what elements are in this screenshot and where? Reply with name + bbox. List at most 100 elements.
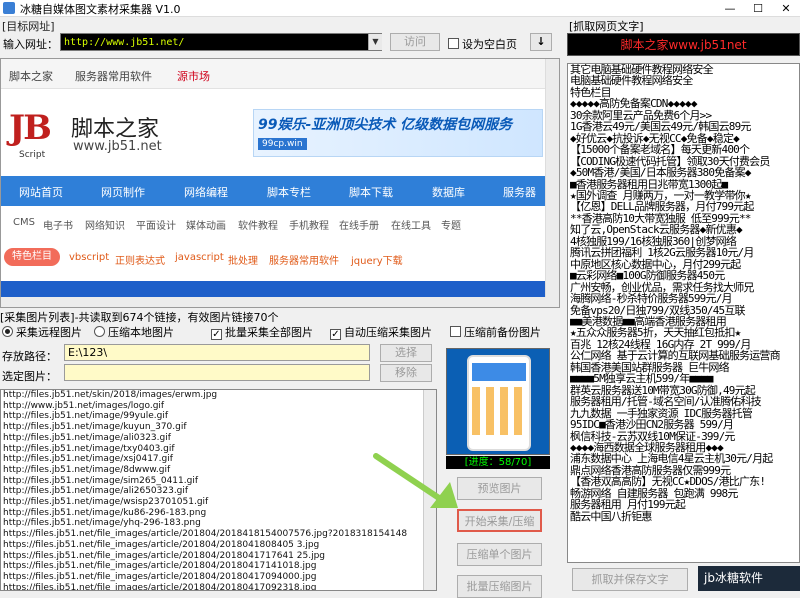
close-button[interactable]: ✕ xyxy=(772,0,800,17)
web-browser-view[interactable]: 脚本之家 服务器常用软件 源市场 JB Script 脚本之家 www.jb51… xyxy=(0,58,560,308)
list-item[interactable]: https://files.jb51.net/file_images/artic… xyxy=(1,572,436,583)
nav-programming[interactable]: 网络编程 xyxy=(184,184,228,200)
top-link-jb51[interactable]: 脚本之家 xyxy=(9,68,53,84)
list-item[interactable]: https://files.jb51.net/file_images/artic… xyxy=(1,529,436,540)
preview-button[interactable]: 预览图片 xyxy=(457,477,542,500)
url-input[interactable]: http://www.jb51.net/ xyxy=(60,33,382,51)
link-vbscript[interactable]: vbscript xyxy=(69,252,109,263)
backup-checkbox-label: 压缩前备份图片 xyxy=(464,326,541,339)
list-item[interactable]: https://files.jb51.net/file_images/artic… xyxy=(1,583,436,590)
site-nav: 网站首页 网页制作 网络编程 脚本专栏 脚本下载 数据库 服务器 xyxy=(1,176,546,206)
nav-database[interactable]: 数据库 xyxy=(432,184,465,200)
subnav-mobile[interactable]: 手机教程 xyxy=(289,217,329,232)
auto-compress-label: 自动压缩采集图片 xyxy=(344,326,432,339)
backup-checkbox[interactable]: 压缩前备份图片 xyxy=(450,324,541,340)
checkbox-box[interactable] xyxy=(448,38,459,49)
selected-image-label: 选定图片： xyxy=(2,370,57,383)
list-item[interactable]: http://files.jb51.net/image/yhq-296-183.… xyxy=(1,518,436,529)
radio-dot[interactable] xyxy=(2,326,13,337)
chevron-down-icon[interactable]: ▼ xyxy=(368,34,382,50)
list-item[interactable]: https://files.jb51.net/file_images/artic… xyxy=(1,540,436,551)
batch-compress-button[interactable]: 批量压缩图片 xyxy=(457,575,542,598)
batch-checkbox-label: 批量采集全部图片 xyxy=(225,326,313,339)
text-line: 1G香港云49元/美国云49元/韩国云89元 xyxy=(570,120,751,134)
checkbox-box[interactable] xyxy=(450,326,461,337)
compress-single-button[interactable]: 压缩单个图片 xyxy=(457,543,542,566)
subnav-tools[interactable]: 在线工具 xyxy=(391,217,431,232)
subnav-graphic[interactable]: 平面设计 xyxy=(136,217,176,232)
list-item[interactable]: http://files.jb51.net/image/ali2650323.g… xyxy=(1,486,436,497)
radio-local[interactable]: 压缩本地图片 xyxy=(94,324,174,340)
logo-mark: JB xyxy=(9,108,52,148)
list-item[interactable]: https://files.jb51.net/file_images/artic… xyxy=(1,551,436,562)
text-line: 服务器租用/托管-域名空间/认准腾佑科技 xyxy=(570,395,762,409)
download-button[interactable]: ↓ xyxy=(530,33,552,51)
select-button[interactable]: 选择 xyxy=(380,344,432,362)
subnav-topics[interactable]: 专题 xyxy=(441,217,461,232)
minimize-button[interactable]: — xyxy=(716,0,744,17)
radio-remote[interactable]: 采集远程图片 xyxy=(2,324,82,340)
link-jquery[interactable]: jquery下载 xyxy=(351,252,403,267)
grabbed-text-area[interactable]: 其它电脑基础硬件教程网络安全 电脑基础硬件教程网络安全 特色栏目 ◆◆◆◆◆高防免备案… xyxy=(567,63,800,563)
checkbox-box[interactable]: ✓ xyxy=(330,329,341,340)
preview-header xyxy=(472,363,526,381)
ad-banner[interactable]: 99娱乐-亚洲顶尖技术 亿级数据包网服务 99cp.win xyxy=(253,109,543,157)
text-line: ◆50M香港/美国/日本服务器380免备案◆ xyxy=(570,166,751,180)
subnav-software[interactable]: 软件教程 xyxy=(238,217,278,232)
grab-save-button[interactable]: 抓取并保存文字 xyxy=(572,568,688,591)
list-item[interactable]: http://files.jb51.net/skin/2018/images/e… xyxy=(1,390,436,401)
list-item[interactable]: https://files.jb51.net/file_images/artic… xyxy=(1,561,436,572)
remove-button[interactable]: 移除 xyxy=(380,364,432,382)
link-javascript[interactable]: javascript xyxy=(175,252,224,263)
list-item[interactable]: http://files.jb51.net/image/kuyun_370.gi… xyxy=(1,422,436,433)
blank-page-checkbox[interactable]: 设为空白页 xyxy=(448,36,517,52)
selected-image-input[interactable] xyxy=(64,364,370,381)
nav-script-column[interactable]: 脚本专栏 xyxy=(267,184,311,200)
list-item[interactable]: http://files.jb51.net/image/8dwww.gif xyxy=(1,465,436,476)
list-item[interactable]: http://files.jb51.net/image/99yule.gif xyxy=(1,411,436,422)
image-list-header: [采集图片列表]-共读取到674个链接，有效图片链接70个 xyxy=(0,311,279,324)
list-item[interactable]: http://files.jb51.net/image/txy0403.gif xyxy=(1,444,436,455)
subnav-manual[interactable]: 在线手册 xyxy=(339,217,379,232)
save-path-input[interactable]: E:\123\ xyxy=(64,344,370,361)
watermark-logo: jb冰糖软件 xyxy=(698,566,800,591)
radio-dot[interactable] xyxy=(94,326,105,337)
browser-vertical-scrollbar[interactable] xyxy=(545,59,559,307)
top-link-market[interactable]: 源市场 xyxy=(177,68,210,84)
grabbed-text-lines: 其它电脑基础硬件教程网络安全 电脑基础硬件教程网络安全 特色栏目 ◆◆◆◆◆高防免备案… xyxy=(568,64,799,522)
window-title: 冰糖自媒体图文素材采集器 V1.0 xyxy=(20,3,181,16)
list-item[interactable]: http://files.jb51.net/image/ali0323.gif xyxy=(1,433,436,444)
link-regex[interactable]: 正则表达式 xyxy=(115,252,165,267)
list-item[interactable]: http://files.jb51.net/image/wsisp2370105… xyxy=(1,497,436,508)
url-group-label: [目标网址] xyxy=(2,20,55,33)
subnav-ebook[interactable]: 电子书 xyxy=(43,217,73,232)
preview-icons xyxy=(472,387,526,435)
list-item[interactable]: http://files.jb51.net/image/ku86-296-183… xyxy=(1,508,436,519)
maximize-button[interactable]: ☐ xyxy=(744,0,772,17)
subnav-network[interactable]: 网络知识 xyxy=(85,217,125,232)
blank-page-label: 设为空白页 xyxy=(462,38,517,51)
save-path-label: 存放路径： xyxy=(2,350,57,363)
text-line: 海腾网络-秒杀特价服务器599元/月 xyxy=(570,292,733,306)
subnav-cms[interactable]: CMS xyxy=(13,217,35,228)
auto-compress-checkbox[interactable]: ✓ 自动压缩采集图片 xyxy=(330,324,432,340)
link-server-software[interactable]: 服务器常用软件 xyxy=(269,252,339,267)
start-collect-button[interactable]: 开始采集/压缩 xyxy=(457,509,542,532)
nav-server[interactable]: 服务器 xyxy=(503,184,536,200)
browser-horizontal-scrollbar[interactable] xyxy=(1,297,546,307)
visit-button[interactable]: 访问 xyxy=(390,33,440,51)
checkbox-box[interactable]: ✓ xyxy=(211,329,222,340)
top-link-server-software[interactable]: 服务器常用软件 xyxy=(75,68,152,84)
link-batch[interactable]: 批处理 xyxy=(228,252,258,267)
site-logo[interactable]: JB Script xyxy=(9,104,61,166)
grab-text-label: [抓取网页文字] xyxy=(569,20,644,33)
nav-home[interactable]: 网站首页 xyxy=(19,184,63,200)
list-item[interactable]: http://files.jb51.net/image/xsj0417.gif xyxy=(1,454,436,465)
nav-web-design[interactable]: 网页制作 xyxy=(101,184,145,200)
batch-checkbox[interactable]: ✓ 批量采集全部图片 xyxy=(211,324,313,340)
nav-script-download[interactable]: 脚本下载 xyxy=(349,184,393,200)
list-item[interactable]: http://files.jb51.net/image/sim265_0411.… xyxy=(1,476,436,487)
list-item[interactable]: http://www.jb51.net/images/logo.gif xyxy=(1,401,436,412)
app-icon xyxy=(3,2,15,14)
subnav-media[interactable]: 媒体动画 xyxy=(186,217,226,232)
